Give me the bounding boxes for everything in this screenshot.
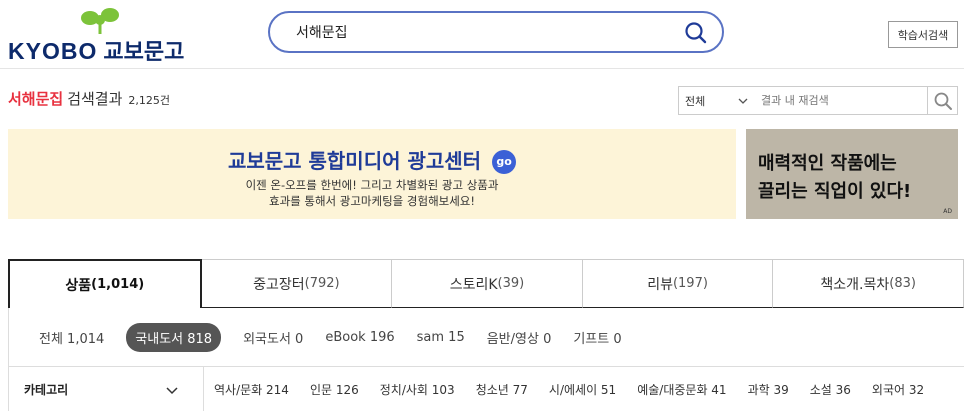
tab-label: 중고장터 bbox=[253, 276, 305, 293]
search-input[interactable] bbox=[296, 21, 676, 43]
ad-mark: AD bbox=[943, 208, 952, 215]
filter-domestic-books[interactable]: 국내도서 818 bbox=[126, 322, 222, 352]
tab-reviews[interactable]: 리뷰 (197) bbox=[582, 259, 774, 308]
category-divider bbox=[203, 367, 204, 411]
tab-used-market[interactable]: 중고장터 (792) bbox=[201, 259, 393, 308]
tab-products[interactable]: 상품 (1,014) bbox=[8, 259, 202, 308]
result-keyword: 서해문집 bbox=[8, 90, 64, 108]
tab-label: 리뷰 bbox=[647, 276, 673, 293]
ad-line-1: 매력적인 작품에는 bbox=[758, 153, 897, 174]
chevron-down-icon bbox=[738, 98, 748, 104]
tab-count: (1,014) bbox=[91, 277, 145, 292]
banner-subtitle-2: 효과를 통해서 광고마케팅을 경험해보세요! bbox=[268, 194, 475, 208]
banner-subtitle-1: 이젠 온-오프를 한번에! 그리고 차별화된 광고 상품과 bbox=[245, 178, 499, 192]
tab-story-k[interactable]: 스토리K (39) bbox=[392, 259, 583, 308]
category-list: 역사/문화 214 인문 126 정치/사회 103 청소년 77 시/에세이 … bbox=[214, 381, 924, 398]
header-divider bbox=[0, 68, 964, 69]
result-label: 검색결과 bbox=[67, 90, 123, 108]
category-item[interactable]: 청소년 77 bbox=[476, 381, 528, 398]
tab-label: 스토리K bbox=[449, 276, 498, 293]
tab-book-intro[interactable]: 책소개.목차 (83) bbox=[773, 259, 964, 308]
go-badge: go bbox=[492, 150, 517, 174]
result-heading: 서해문집 검색결과 2,125건 bbox=[8, 88, 170, 109]
tab-count: (197) bbox=[672, 276, 708, 291]
study-search-button[interactable]: 학습서검색 bbox=[888, 21, 958, 48]
product-type-filters: 전체 1,014 국내도서 818 외국도서 0 eBook 196 sam 1… bbox=[8, 308, 964, 366]
refine-search-button[interactable] bbox=[927, 86, 958, 115]
leaf-logo-icon bbox=[81, 8, 119, 35]
filter-all[interactable]: 전체 1,014 bbox=[39, 328, 104, 347]
tab-label: 책소개.목차 bbox=[820, 276, 890, 293]
ad-line-2: 끌리는 직업이 있다! bbox=[758, 181, 912, 202]
job-ad-banner[interactable]: 매력적인 작품에는 끌리는 직업이 있다! AD bbox=[746, 129, 958, 219]
filter-music-video[interactable]: 음반/영상 0 bbox=[487, 328, 552, 347]
filter-foreign-books[interactable]: 외국도서 0 bbox=[243, 328, 303, 347]
category-item[interactable]: 정치/사회 103 bbox=[380, 381, 455, 398]
scope-select[interactable]: 전체 bbox=[678, 86, 756, 115]
category-label: 카테고리 bbox=[24, 383, 69, 397]
tab-count: (792) bbox=[304, 276, 340, 291]
result-count: 2,125건 bbox=[128, 94, 171, 107]
search-icon bbox=[934, 92, 952, 110]
filter-sam[interactable]: sam 15 bbox=[417, 330, 465, 345]
filter-ebook[interactable]: eBook 196 bbox=[325, 330, 394, 345]
refine-search-input[interactable] bbox=[755, 86, 928, 115]
category-item[interactable]: 인문 126 bbox=[310, 381, 359, 398]
tab-label: 상품 bbox=[65, 277, 92, 294]
tab-count: (83) bbox=[889, 276, 916, 291]
category-item[interactable]: 역사/문화 214 bbox=[214, 381, 289, 398]
search-box bbox=[268, 11, 724, 53]
kyobo-logo[interactable]: KYOBO 교보문고 bbox=[8, 6, 188, 65]
logo-text: KYOBO bbox=[8, 38, 98, 64]
filter-gift[interactable]: 기프트 0 bbox=[573, 328, 621, 347]
category-item[interactable]: 예술/대중문화 41 bbox=[637, 381, 726, 398]
ad-center-banner[interactable]: 교보문고 통합미디어 광고센터 go 이젠 온-오프를 한번에! 그리고 차별화… bbox=[8, 129, 736, 219]
logo-text-kr: 교보문고 bbox=[103, 40, 185, 65]
tab-count: (39) bbox=[497, 276, 525, 291]
scope-select-value: 전체 bbox=[685, 94, 706, 108]
category-row: 카테고리 역사/문화 214 인문 126 정치/사회 103 청소년 77 시… bbox=[8, 366, 964, 411]
chevron-down-icon[interactable] bbox=[165, 383, 179, 397]
category-item[interactable]: 시/에세이 51 bbox=[549, 381, 616, 398]
category-item[interactable]: 과학 39 bbox=[748, 381, 789, 398]
category-item[interactable]: 소설 36 bbox=[810, 381, 851, 398]
search-icon[interactable] bbox=[684, 21, 708, 45]
result-tabs: 상품 (1,014) 중고장터 (792) 스토리K (39) 리뷰 (197) 책소개… bbox=[8, 259, 964, 308]
category-item[interactable]: 외국어 32 bbox=[872, 381, 924, 398]
banner-title: 교보문고 통합미디어 광고센터 bbox=[227, 149, 482, 173]
